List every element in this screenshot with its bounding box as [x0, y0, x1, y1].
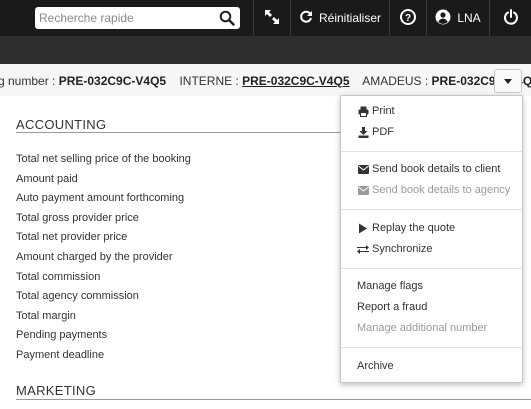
refresh-icon	[299, 10, 313, 27]
menu-item-pdf[interactable]: PDF	[357, 126, 394, 138]
actions-dropdown-button[interactable]	[494, 69, 522, 93]
menu-item-label: Send book details to client	[372, 163, 501, 175]
envelope-icon	[357, 163, 369, 175]
svg-text:?: ?	[405, 13, 411, 24]
menu-divider	[341, 209, 522, 210]
menu-item-label: Archive	[357, 360, 394, 372]
top-navbar: Réinitialiser ? LNA	[0, 0, 531, 36]
user-icon	[435, 9, 451, 28]
accounting-item: Amount paid	[16, 172, 78, 185]
accounting-item: Pending payments	[16, 329, 108, 342]
power-icon	[503, 8, 519, 28]
caret-down-icon	[503, 72, 513, 90]
accounting-item: Auto payment amount forthcoming	[16, 192, 185, 205]
play-icon	[357, 222, 369, 234]
section-divider	[16, 399, 531, 400]
menu-item-synchronize[interactable]: Synchronize	[357, 243, 433, 255]
menu-item-print[interactable]: Print	[357, 105, 395, 117]
accounting-item: Total net selling price of the booking	[16, 153, 191, 165]
accounting-item: Total commission	[16, 270, 101, 283]
menu-item-label: Replay the quote	[372, 222, 456, 234]
accounting-item: Total gross provider price	[16, 211, 139, 224]
help-icon: ?	[400, 8, 416, 28]
reset-button[interactable]: Réinitialiser	[291, 0, 389, 36]
booking-references-bar: g number : PRE-032C9C-V4Q5 INTERNE : PRE…	[0, 64, 531, 96]
menu-item-manage-flags[interactable]: Manage flags	[357, 280, 423, 292]
quick-search	[35, 7, 240, 29]
menu-item-label: Report a fraud	[357, 301, 428, 313]
accounting-title: ACCOUNTING	[16, 117, 107, 132]
amadeus-label: AMADEUS :	[362, 74, 432, 88]
booking-number-label: g number :	[0, 74, 59, 88]
accounting-item: Total agency commission	[16, 290, 139, 303]
accounting-list: Total net selling price of the booking A…	[16, 153, 191, 369]
printer-icon	[357, 105, 369, 117]
fullscreen-button[interactable]	[254, 0, 290, 36]
menu-item-report-fraud[interactable]: Report a fraud	[357, 301, 427, 313]
download-icon	[357, 126, 369, 138]
menu-item-send-agency: Send book details to agency	[357, 184, 510, 196]
help-button[interactable]: ?	[390, 0, 426, 36]
interne-label: INTERNE :	[179, 74, 243, 88]
envelope-icon	[357, 184, 369, 196]
accounting-item: Total net provider price	[16, 231, 128, 244]
menu-item-archive[interactable]: Archive	[357, 360, 394, 372]
booking-number-value: PRE-032C9C-V4Q5	[58, 74, 167, 88]
exchange-icon	[357, 243, 369, 255]
user-label: LNA	[457, 11, 481, 25]
search-input[interactable]	[35, 7, 215, 29]
menu-item-replay-quote[interactable]: Replay the quote	[357, 222, 455, 234]
marketing-title: MARKETING	[16, 383, 96, 398]
search-icon[interactable]	[218, 9, 236, 27]
accounting-item: Payment deadline	[16, 348, 105, 361]
logout-button[interactable]	[490, 0, 531, 36]
menu-item-label: Print	[372, 105, 395, 117]
menu-divider	[341, 151, 522, 152]
actions-dropdown-menu: Print PDF Send book details to client Se…	[340, 95, 523, 383]
menu-item-label: Manage flags	[357, 280, 424, 292]
user-menu-button[interactable]: LNA	[427, 0, 489, 36]
menu-item-label: Manage additional number	[357, 322, 488, 334]
reset-label: Réinitialiser	[318, 11, 382, 25]
menu-divider	[341, 268, 522, 269]
secondary-navbar	[0, 36, 531, 64]
menu-item-label: Synchronize	[372, 243, 433, 255]
menu-item-label: PDF	[372, 126, 394, 138]
menu-item-label: Send book details to agency	[372, 184, 511, 196]
accounting-item: Amount charged by the provider	[16, 250, 173, 263]
menu-item-manage-additional-number: Manage additional number	[357, 322, 487, 334]
accounting-item: Total margin	[16, 309, 76, 322]
section-divider	[16, 132, 340, 133]
menu-item-send-client[interactable]: Send book details to client	[357, 163, 500, 175]
menu-divider	[341, 347, 522, 348]
booking-references: g number : PRE-032C9C-V4Q5 INTERNE : PRE…	[0, 74, 531, 88]
interne-reference-link[interactable]: PRE-032C9C-V4Q5	[242, 74, 349, 88]
expand-icon	[264, 9, 280, 28]
